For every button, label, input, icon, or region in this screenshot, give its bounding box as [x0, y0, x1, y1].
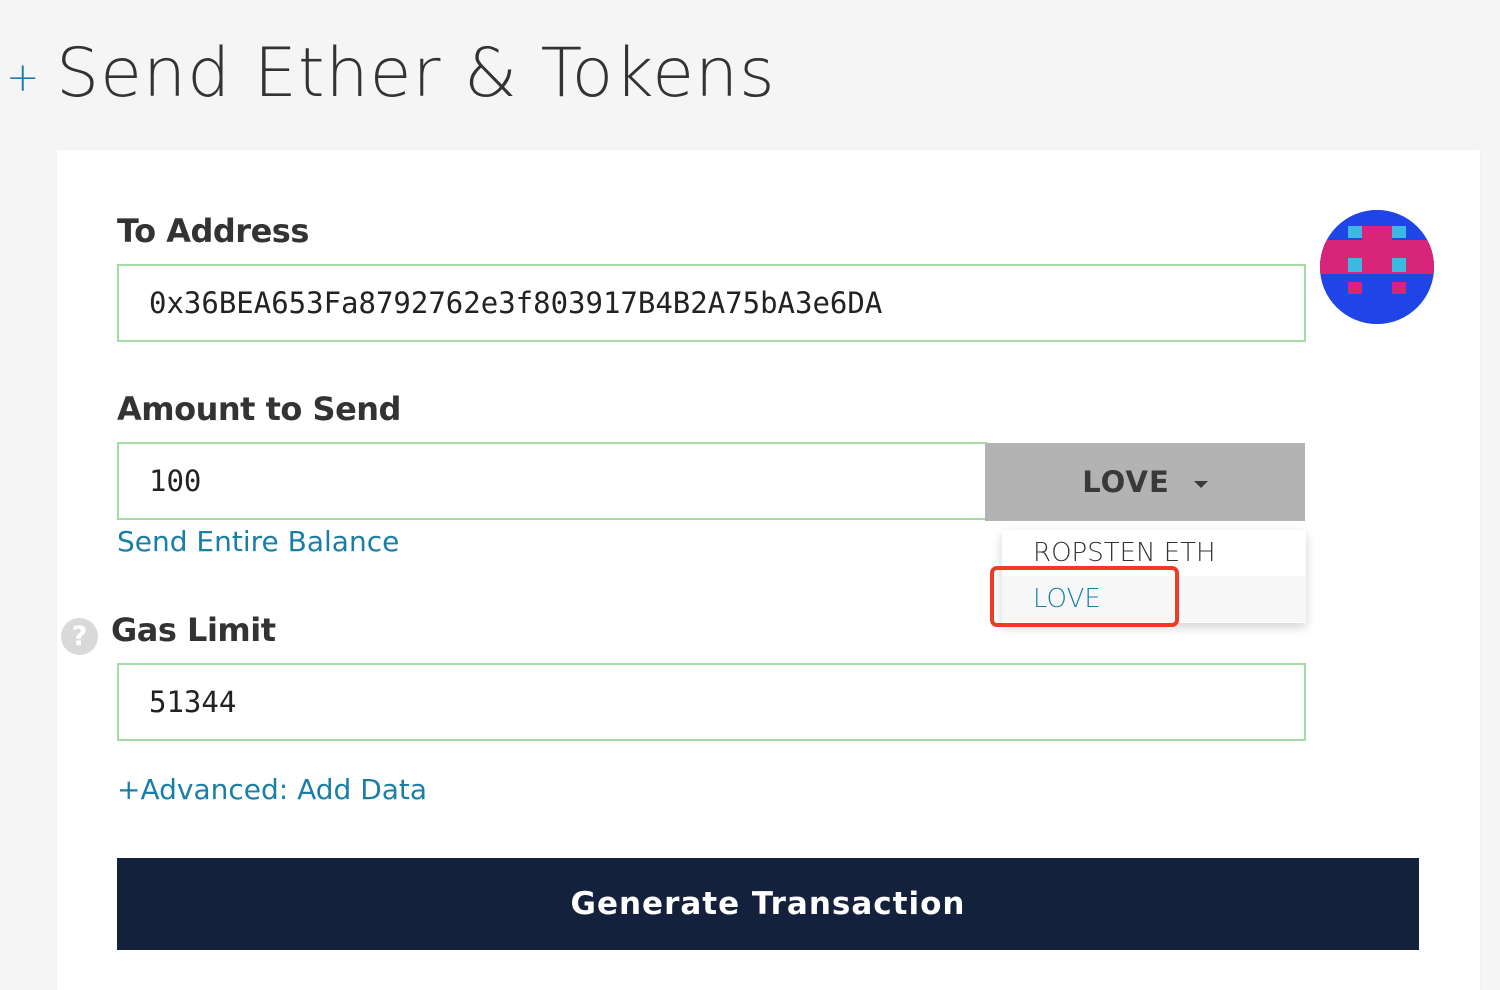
generate-transaction-button[interactable]: Generate Transaction	[117, 858, 1419, 950]
unit-select-button[interactable]: LOVE	[985, 443, 1305, 521]
amount-label: Amount to Send	[117, 390, 401, 428]
send-entire-balance-link[interactable]: Send Entire Balance	[117, 525, 399, 558]
chevron-down-icon	[1193, 480, 1208, 488]
to-address-label: To Address	[117, 212, 309, 250]
dropdown-item-love[interactable]: LOVE	[1002, 576, 1306, 622]
identicon-avatar	[1320, 210, 1434, 324]
gas-limit-input[interactable]: 51344	[117, 663, 1306, 741]
page-title: Send Ether & Tokens	[56, 34, 776, 113]
to-address-input[interactable]: 0x36BEA653Fa8792762e3f803917B4B2A75bA3e6…	[117, 264, 1306, 342]
question-circle-icon[interactable]: ?	[61, 618, 98, 655]
advanced-add-data-link[interactable]: +Advanced: Add Data	[117, 773, 427, 806]
dropdown-item-ropsten-eth[interactable]: ROPSTEN ETH	[1002, 530, 1306, 576]
amount-input[interactable]: 100	[117, 442, 987, 520]
gas-limit-label: Gas Limit	[111, 611, 276, 649]
unit-select-label: LOVE	[1082, 465, 1170, 499]
unit-dropdown-menu: ROPSTEN ETH LOVE	[1002, 530, 1306, 623]
identicon-icon	[1320, 210, 1434, 324]
plus-icon[interactable]: +	[6, 58, 40, 98]
